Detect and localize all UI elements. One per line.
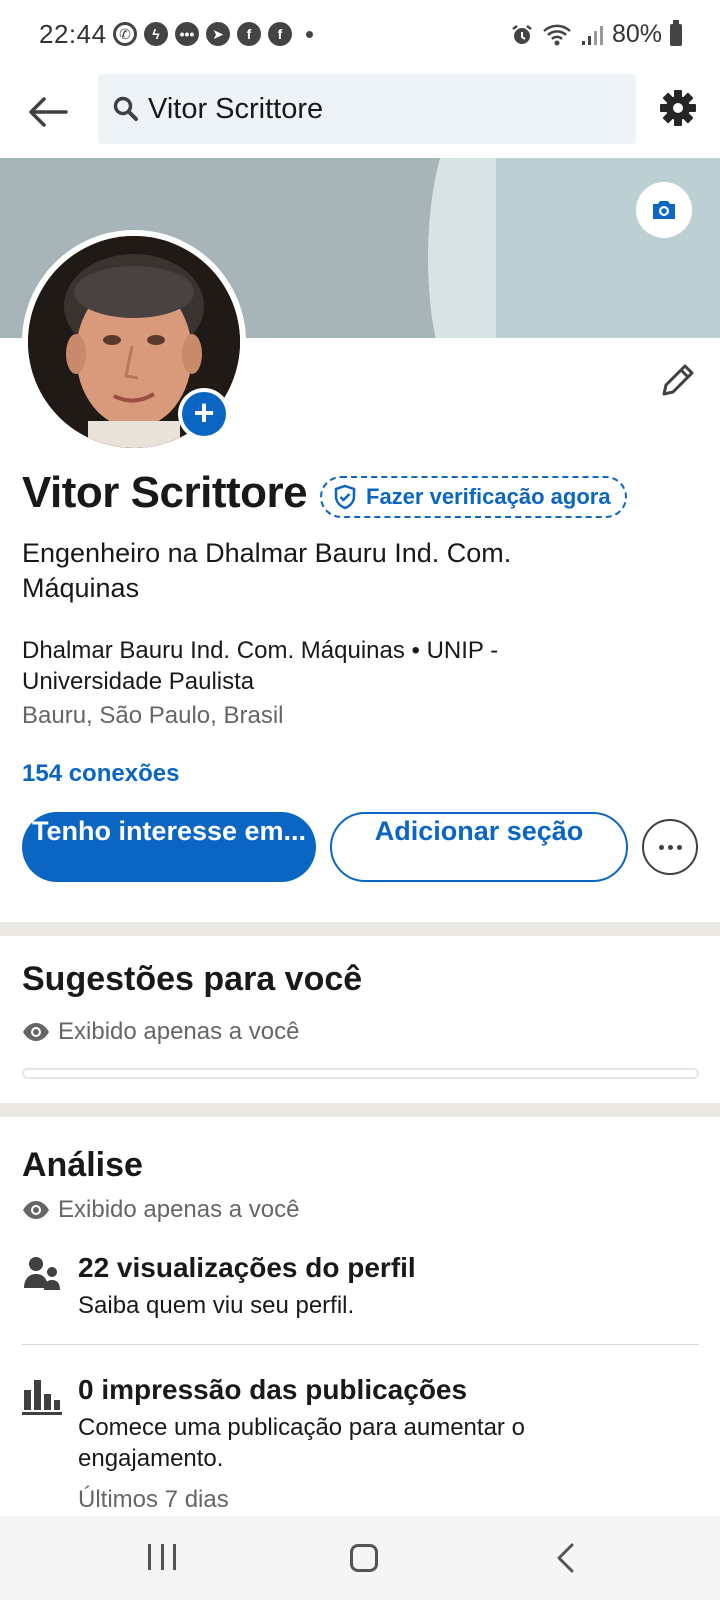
status-right: 80%	[510, 19, 682, 49]
wifi-icon	[543, 24, 571, 45]
bar-chart-icon	[22, 1380, 62, 1415]
back-arrow-icon[interactable]	[26, 90, 70, 134]
edit-cover-button[interactable]	[636, 182, 692, 238]
gear-icon[interactable]	[658, 88, 698, 128]
analysis-title: Análise	[22, 1146, 143, 1184]
system-nav-bar	[0, 1516, 720, 1600]
back-nav-icon[interactable]	[554, 1542, 578, 1574]
post-impressions-item[interactable]: 0 impressão das publicações Comece uma p…	[22, 1374, 699, 1514]
profile-company[interactable]: Dhalmar Bauru Ind. Com. Máquinas • UNIP …	[22, 635, 622, 697]
row-divider	[22, 1344, 699, 1345]
section-divider	[0, 922, 720, 936]
notification-icons: ✆ ϟ ••• ➤ f f	[113, 22, 313, 46]
messages-icon: •••	[175, 22, 199, 46]
battery-icon	[670, 19, 682, 46]
search-icon	[113, 96, 138, 121]
search-header: Vitor Scrittore	[0, 72, 720, 158]
search-value: Vitor Scrittore	[148, 92, 324, 125]
profile-name: Vitor Scrittore	[22, 468, 308, 517]
profile-views-title: 22 visualizações do perfil	[78, 1252, 416, 1283]
post-impressions-period: Últimos 7 dias	[78, 1486, 229, 1513]
status-time: 22:44	[39, 19, 107, 49]
people-icon	[24, 1257, 60, 1290]
eye-icon	[23, 1201, 49, 1219]
home-button[interactable]	[350, 1544, 378, 1572]
suggestions-visibility-text: Exibido apenas a você	[58, 1018, 300, 1045]
profile-views-item[interactable]: 22 visualizações do perfil Saiba quem vi…	[22, 1252, 699, 1332]
status-bar: 22:44 ✆ ϟ ••• ➤ f f 80%	[0, 0, 720, 72]
profile-location: Bauru, São Paulo, Brasil	[22, 702, 284, 729]
eye-icon	[23, 1023, 49, 1041]
whatsapp-icon: ✆	[113, 22, 137, 46]
telegram-icon: ➤	[206, 22, 230, 46]
post-impressions-subtitle: Comece uma publicação para aumentar o en…	[78, 1414, 525, 1472]
add-photo-button[interactable]: +	[178, 388, 230, 440]
add-section-button[interactable]: Adicionar seção	[330, 812, 628, 882]
profile-headline: Engenheiro na Dhalmar Bauru Ind. Com. Má…	[22, 538, 512, 603]
messenger-icon: ϟ	[144, 22, 168, 46]
battery-level: 80%	[611, 20, 662, 48]
facebook-icon: f	[237, 22, 261, 46]
verify-button[interactable]: Fazer verificação agora	[320, 476, 627, 518]
camera-icon	[653, 201, 675, 219]
signal-icon	[581, 25, 603, 45]
post-impressions-title: 0 impressão das publicações	[78, 1374, 468, 1405]
pencil-icon[interactable]	[656, 360, 698, 402]
connections-link[interactable]: 154 conexões	[22, 760, 179, 788]
recent-apps-button[interactable]	[148, 1544, 176, 1570]
more-notifications-icon	[306, 30, 313, 38]
suggestions-progress	[22, 1068, 699, 1079]
suggestions-title: Sugestões para você	[22, 960, 363, 998]
analysis-visibility: Exibido apenas a você	[22, 1196, 300, 1224]
verify-label: Fazer verificação agora	[366, 484, 611, 509]
shield-check-icon	[334, 484, 356, 510]
section-divider	[0, 1103, 720, 1117]
facebook-icon: f	[268, 22, 292, 46]
plus-icon: +	[182, 392, 226, 436]
profile-views-subtitle: Saiba quem viu seu perfil.	[78, 1292, 355, 1319]
suggestions-visibility: Exibido apenas a você	[22, 1018, 300, 1046]
more-options-button[interactable]	[642, 819, 698, 875]
alarm-icon	[512, 24, 532, 44]
analysis-visibility-text: Exibido apenas a você	[58, 1196, 300, 1223]
open-to-button[interactable]: Tenho interesse em...	[22, 812, 316, 882]
search-input[interactable]: Vitor Scrittore	[98, 74, 636, 144]
